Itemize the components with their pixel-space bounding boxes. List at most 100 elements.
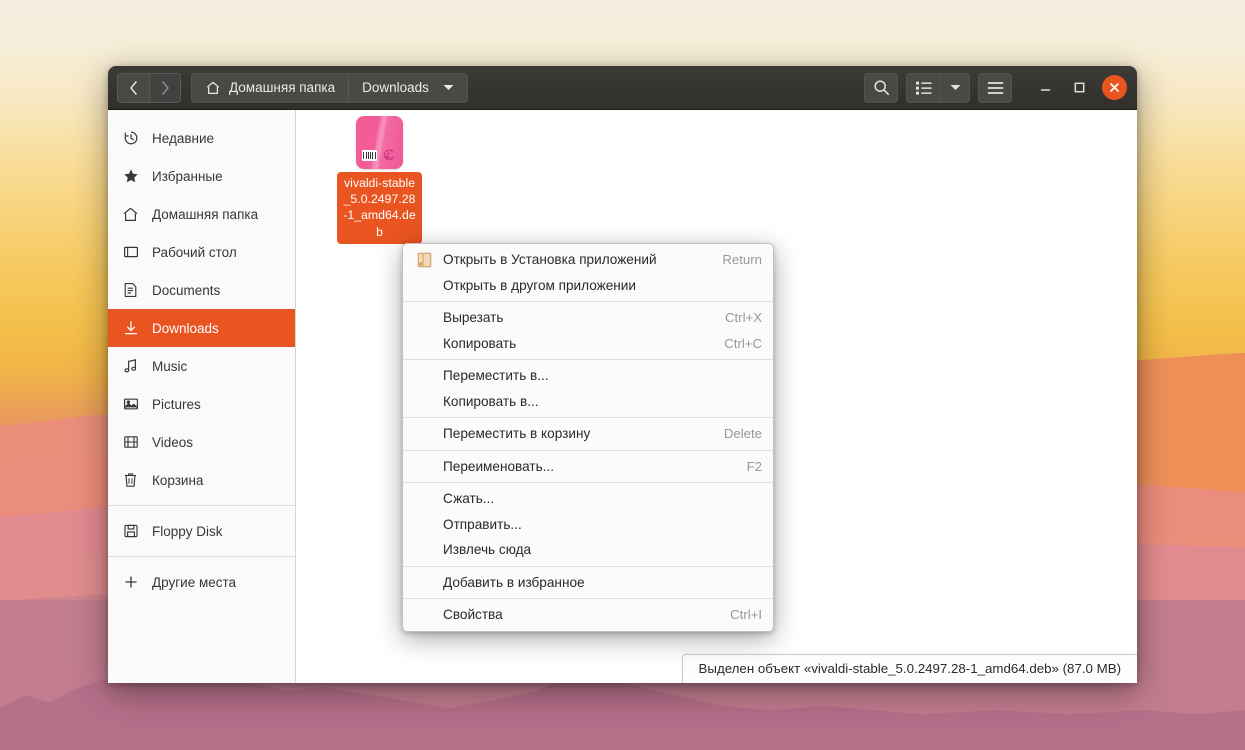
menu-item-label: Открыть в другом приложении [443, 278, 746, 293]
hamburger-menu-icon [987, 81, 1004, 95]
breadcrumb-downloads-label: Downloads [362, 80, 429, 95]
sidebar-item-trash[interactable]: Корзина [108, 461, 295, 499]
sidebar-label: Videos [152, 435, 193, 450]
sidebar-item-home[interactable]: Домашняя папка [108, 195, 295, 233]
menu-item-add-to-bookmarks[interactable]: Добавить в избранное [403, 570, 773, 596]
debian-swirl-icon [382, 148, 397, 163]
menu-item-label: Сжать... [443, 491, 746, 506]
menu-item-move-to-trash[interactable]: Переместить в корзину Delete [403, 421, 773, 447]
sidebar-item-desktop[interactable]: Рабочий стол [108, 233, 295, 271]
menu-item-accelerator: Ctrl+I [730, 607, 762, 622]
maximize-icon [1073, 81, 1086, 94]
sidebar-label: Другие места [152, 575, 236, 590]
breadcrumb: Домашняя папка Downloads [191, 73, 468, 103]
file-name-label: vivaldi-stable_5.0.2497.28-1_amd64.deb [337, 172, 422, 244]
menu-item-properties[interactable]: Свойства Ctrl+I [403, 602, 773, 628]
deb-package-icon [356, 116, 403, 169]
sidebar-divider [108, 556, 295, 557]
menu-item-accelerator: Return [722, 252, 762, 267]
plus-icon [122, 574, 139, 591]
sidebar-label: Корзина [152, 473, 203, 488]
sidebar-item-other-locations[interactable]: Другие места [108, 563, 295, 601]
chevron-left-icon [129, 81, 138, 95]
star-icon [122, 168, 139, 185]
sidebar-label: Избранные [152, 169, 223, 184]
sidebar-item-downloads[interactable]: Downloads [108, 309, 295, 347]
chevron-right-icon [161, 81, 170, 95]
menu-item-label: Открыть в Установка приложений [443, 252, 706, 267]
menu-item-compress[interactable]: Сжать... [403, 486, 773, 512]
chevron-down-icon [443, 84, 454, 91]
file-manager-window: Домашняя папка Downloads [108, 66, 1137, 683]
breadcrumb-downloads[interactable]: Downloads [348, 74, 467, 102]
sidebar-label: Pictures [152, 397, 201, 412]
main-menu-button[interactable] [978, 73, 1012, 103]
floppy-disk-icon [122, 523, 139, 540]
menu-separator [403, 482, 773, 483]
menu-item-accelerator: Ctrl+C [724, 336, 762, 351]
forward-button[interactable] [149, 74, 180, 102]
sidebar-item-documents[interactable]: Documents [108, 271, 295, 309]
sidebar-label: Floppy Disk [152, 524, 223, 539]
close-button[interactable] [1102, 75, 1127, 100]
film-icon [122, 434, 139, 451]
menu-item-cut[interactable]: Вырезать Ctrl+X [403, 305, 773, 331]
sidebar: Недавние Избранные Домашняя папка Рабочи… [108, 110, 296, 683]
menu-item-accelerator: Delete [724, 426, 762, 441]
sidebar-item-videos[interactable]: Videos [108, 423, 295, 461]
menu-item-label: Переместить в... [443, 368, 746, 383]
menu-item-label: Переименовать... [443, 459, 731, 474]
list-view-button[interactable] [906, 73, 940, 103]
navigation-button-group [117, 73, 181, 103]
menu-item-label: Извлечь сюда [443, 542, 746, 557]
menu-separator [403, 417, 773, 418]
chevron-down-icon [950, 84, 961, 91]
download-icon [122, 320, 139, 337]
search-button[interactable] [864, 73, 898, 103]
sidebar-item-starred[interactable]: Избранные [108, 157, 295, 195]
back-button[interactable] [118, 74, 149, 102]
menu-item-copy[interactable]: Копировать Ctrl+C [403, 331, 773, 357]
sidebar-label: Рабочий стол [152, 245, 237, 260]
menu-item-rename[interactable]: Переименовать... F2 [403, 454, 773, 480]
header-bar: Домашняя папка Downloads [108, 66, 1137, 110]
menu-separator [403, 359, 773, 360]
music-note-icon [122, 358, 139, 375]
sidebar-divider [108, 505, 295, 506]
clock-icon [122, 130, 139, 147]
menu-item-open-with-other-application[interactable]: Открыть в другом приложении [403, 273, 773, 299]
view-options-dropdown[interactable] [940, 73, 970, 103]
desktop-icon [122, 244, 139, 261]
barcode-icon [362, 150, 377, 161]
sidebar-item-pictures[interactable]: Pictures [108, 385, 295, 423]
header-right-group [864, 73, 1131, 103]
close-icon [1109, 82, 1120, 93]
sidebar-label: Недавние [152, 131, 214, 146]
menu-item-label: Вырезать [443, 310, 709, 325]
home-icon [205, 80, 221, 96]
sidebar-item-recent[interactable]: Недавние [108, 119, 295, 157]
menu-item-label: Свойства [443, 607, 714, 622]
menu-separator [403, 566, 773, 567]
breadcrumb-home[interactable]: Домашняя папка [192, 74, 348, 102]
maximize-button[interactable] [1068, 77, 1090, 99]
header-left-group: Домашняя папка Downloads [117, 73, 468, 103]
menu-item-accelerator: Ctrl+X [725, 310, 762, 325]
menu-item-open-with-software-installer[interactable]: Открыть в Установка приложений Return [403, 247, 773, 273]
menu-item-label: Добавить в избранное [443, 575, 746, 590]
context-menu: Открыть в Установка приложений Return От… [402, 243, 774, 632]
menu-item-extract-here[interactable]: Извлечь сюда [403, 537, 773, 563]
menu-item-send-to[interactable]: Отправить... [403, 512, 773, 538]
window-controls [1034, 75, 1131, 100]
sidebar-item-floppy-disk[interactable]: Floppy Disk [108, 512, 295, 550]
menu-separator [403, 450, 773, 451]
file-item[interactable]: vivaldi-stable_5.0.2497.28-1_amd64.deb [337, 116, 422, 244]
sidebar-item-music[interactable]: Music [108, 347, 295, 385]
view-controls-group [906, 73, 970, 103]
minimize-button[interactable] [1034, 77, 1056, 99]
menu-item-move-to[interactable]: Переместить в... [403, 363, 773, 389]
sidebar-label: Documents [152, 283, 220, 298]
sidebar-label: Downloads [152, 321, 219, 336]
menu-item-copy-to[interactable]: Копировать в... [403, 389, 773, 415]
menu-item-label: Отправить... [443, 517, 746, 532]
